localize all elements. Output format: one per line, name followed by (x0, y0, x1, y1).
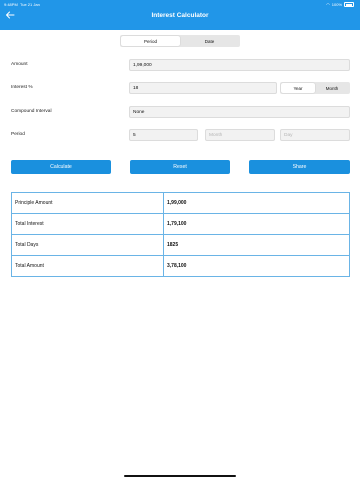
table-row: Principle Amount 1,99,000 (11, 192, 350, 214)
battery-icon (344, 2, 354, 7)
result-value: 3,78,100 (163, 255, 350, 277)
mode-segmented-control: Period Date (120, 35, 240, 47)
reset-button[interactable]: Reset (130, 160, 230, 174)
result-label: Total Interest (11, 213, 164, 235)
interest-label: Interest % (11, 85, 33, 90)
wifi-icon: ◠ (326, 2, 330, 7)
table-row: Total Days 1825 (11, 234, 350, 256)
calculate-button[interactable]: Calculate (11, 160, 111, 174)
app-header: 9:48PM Tue 21 Jan ◠ 100% Interest Calcul… (0, 0, 360, 30)
tab-period[interactable]: Period (121, 36, 180, 46)
table-row: Total Amount 3,78,100 (11, 255, 350, 277)
compound-interval-label: Compound Interval (11, 109, 52, 114)
status-date-text: Tue 21 Jan (19, 2, 40, 7)
home-indicator[interactable] (124, 475, 236, 477)
amount-label: Amount (11, 62, 28, 67)
status-time: 9:48PM Tue 21 Jan (4, 2, 40, 7)
result-label: Principle Amount (11, 192, 164, 214)
period-label: Period (11, 132, 25, 137)
tab-date[interactable]: Date (180, 36, 239, 46)
share-button[interactable]: Share (249, 160, 350, 174)
result-label: Total Days (11, 234, 164, 256)
tab-month[interactable]: Month (315, 83, 349, 93)
status-time-text: 9:48PM (4, 2, 18, 7)
period-years-field[interactable]: 5 (129, 129, 198, 141)
status-indicators: ◠ 100% (326, 2, 354, 7)
tab-year[interactable]: Year (281, 83, 315, 93)
period-day-field[interactable]: Day (280, 129, 350, 141)
result-value: 1,79,100 (163, 213, 350, 235)
period-month-field[interactable]: Month (205, 129, 275, 141)
result-value: 1825 (163, 234, 350, 256)
amount-field[interactable]: 1,99,000 (129, 59, 350, 71)
results-table: Principle Amount 1,99,000 Total Interest… (11, 192, 350, 277)
compound-interval-field[interactable]: None (129, 106, 350, 118)
page-title: Interest Calculator (151, 12, 209, 19)
rate-unit-segmented-control: Year Month (280, 82, 350, 94)
result-value: 1,99,000 (163, 192, 350, 214)
interest-field[interactable]: 18 (129, 82, 277, 94)
result-label: Total Amount (11, 255, 164, 277)
battery-text: 100% (331, 2, 342, 7)
table-row: Total Interest 1,79,100 (11, 213, 350, 235)
